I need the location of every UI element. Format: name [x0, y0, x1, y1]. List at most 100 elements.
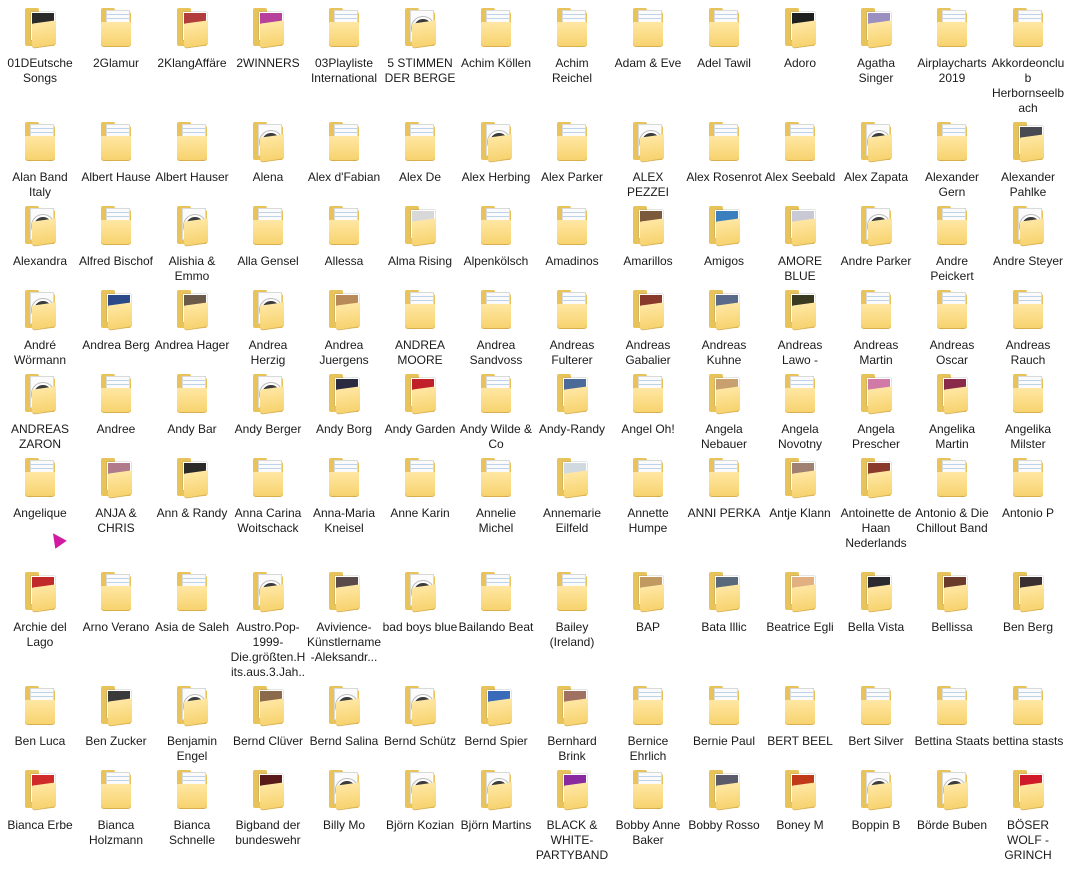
folder-item[interactable]: 01DEutsche Songs	[2, 6, 78, 86]
folder-item[interactable]: ANDREA MOORE	[382, 288, 458, 368]
folder-item[interactable]: Börde Buben	[914, 768, 990, 833]
folder-item[interactable]: Alex Parker	[534, 120, 610, 185]
folder-item[interactable]: Bernd Spier	[458, 684, 534, 749]
folder-item[interactable]: Alpenkölsch	[458, 204, 534, 269]
folder-item[interactable]: Achim Köllen	[458, 6, 534, 71]
folder-item[interactable]: 2Glamur	[78, 6, 154, 71]
folder-item[interactable]: BERT BEEL	[762, 684, 838, 749]
folder-item[interactable]: Alexander Gern	[914, 120, 990, 200]
folder-item[interactable]: Austro.Pop-1999-Die.größten.Hits.aus.3.J…	[230, 570, 306, 695]
folder-item[interactable]: Andy-Randy	[534, 372, 610, 437]
folder-item[interactable]: Bata Illic	[686, 570, 762, 635]
folder-item[interactable]: ANJA & CHRIS	[78, 456, 154, 536]
folder-item[interactable]: 5 STIMMEN DER BERGE	[382, 6, 458, 86]
folder-item[interactable]: Andrea Hager	[154, 288, 230, 353]
folder-item[interactable]: Andy Garden	[382, 372, 458, 437]
folder-item[interactable]: Andrea Juergens	[306, 288, 382, 368]
folder-item[interactable]: Andy Berger	[230, 372, 306, 437]
folder-item[interactable]: Beatrice Egli	[762, 570, 838, 635]
folder-item[interactable]: Ann & Randy	[154, 456, 230, 521]
folder-item[interactable]: Amarillos	[610, 204, 686, 269]
folder-item[interactable]: ALEX PEZZEI	[610, 120, 686, 200]
folder-item[interactable]: Albert Hause	[78, 120, 154, 185]
folder-item[interactable]: 03Playliste International	[306, 6, 382, 86]
folder-item[interactable]: Antonio & Die Chillout Band	[914, 456, 990, 536]
folder-item[interactable]: Angelika Milster	[990, 372, 1066, 452]
folder-item[interactable]: Angelique	[2, 456, 78, 521]
folder-item[interactable]: 2KlangAffäre	[154, 6, 230, 71]
folder-item[interactable]: Alfred Bischof	[78, 204, 154, 269]
folder-item[interactable]: Allessa	[306, 204, 382, 269]
folder-item[interactable]: Alex d'Fabian	[306, 120, 382, 185]
folder-item[interactable]: Andy Bar	[154, 372, 230, 437]
folder-item[interactable]: Archie del Lago	[2, 570, 78, 650]
folder-item[interactable]: Bailey (Ireland)	[534, 570, 610, 650]
folder-item[interactable]: Bert Silver	[838, 684, 914, 749]
folder-item[interactable]: Avivience-Künstlername-Aleksandr...	[306, 570, 382, 665]
folder-item[interactable]: 2WINNERS	[230, 6, 306, 71]
folder-item[interactable]: Andre Peickert	[914, 204, 990, 284]
folder-item[interactable]: Björn Martins	[458, 768, 534, 833]
folder-item[interactable]: Alex Rosenrot	[686, 120, 762, 185]
folder-item[interactable]: Andrea Sandvoss	[458, 288, 534, 368]
folder-item[interactable]: Annemarie Eilfeld	[534, 456, 610, 536]
folder-item[interactable]: Bellissa	[914, 570, 990, 635]
folder-item[interactable]: Andree	[78, 372, 154, 437]
folder-item[interactable]: Adoro	[762, 6, 838, 71]
folder-item[interactable]: Alexander Pahlke	[990, 120, 1066, 200]
folder-item[interactable]: Akkordeonclub Herbornseelbach	[990, 6, 1066, 116]
folder-item[interactable]: Bernice Ehrlich	[610, 684, 686, 764]
folder-item[interactable]: Ben Berg	[990, 570, 1066, 635]
folder-item[interactable]: Andreas Gabalier	[610, 288, 686, 368]
folder-item[interactable]: Bernhard Brink	[534, 684, 610, 764]
folder-item[interactable]: Bobby Rosso	[686, 768, 762, 833]
folder-item[interactable]: Alishia & Emmo	[154, 204, 230, 284]
folder-item[interactable]: Andy Borg	[306, 372, 382, 437]
folder-item[interactable]: Annette Humpe	[610, 456, 686, 536]
folder-item[interactable]: Alena	[230, 120, 306, 185]
folder-item[interactable]: Alla Gensel	[230, 204, 306, 269]
folder-item[interactable]: Antonio P	[990, 456, 1066, 521]
folder-item[interactable]: Amigos	[686, 204, 762, 269]
folder-item[interactable]: Ben Luca	[2, 684, 78, 749]
folder-item[interactable]: Bigband der bundeswehr	[230, 768, 306, 848]
folder-item[interactable]: Andreas Oscar	[914, 288, 990, 368]
folder-item[interactable]: BLACK & WHITE-PARTYBAND	[534, 768, 610, 863]
folder-item[interactable]: Bianca Holzmann	[78, 768, 154, 848]
folder-item[interactable]: Agatha Singer	[838, 6, 914, 86]
folder-item[interactable]: Bobby Anne Baker	[610, 768, 686, 848]
folder-item[interactable]: Antje Klann	[762, 456, 838, 521]
folder-item[interactable]: Andreas Lawo -	[762, 288, 838, 368]
folder-item[interactable]: Andrea Berg	[78, 288, 154, 353]
folder-item[interactable]: Amadinos	[534, 204, 610, 269]
folder-item[interactable]: Alex Herbing	[458, 120, 534, 185]
folder-item[interactable]: Andreas Martin	[838, 288, 914, 368]
folder-item[interactable]: André Wörmann	[2, 288, 78, 368]
folder-item[interactable]: Björn Kozian	[382, 768, 458, 833]
folder-item[interactable]: Antoinette de Haan Nederlands	[838, 456, 914, 551]
folder-item[interactable]: Adam & Eve	[610, 6, 686, 71]
folder-item[interactable]: Alex Seebald	[762, 120, 838, 185]
folder-item[interactable]: Bernd Schütz	[382, 684, 458, 749]
folder-item[interactable]: Andreas Rauch	[990, 288, 1066, 368]
folder-item[interactable]: Achim Reichel	[534, 6, 610, 86]
folder-item[interactable]: Annelie Michel	[458, 456, 534, 536]
folder-item[interactable]: Bernd Salina	[306, 684, 382, 749]
folder-item[interactable]: Angela Prescher	[838, 372, 914, 452]
folder-item[interactable]: Andre Steyer	[990, 204, 1066, 269]
folder-item[interactable]: Andy Wilde & Co	[458, 372, 534, 452]
folder-item[interactable]: Bernd Clüver	[230, 684, 306, 749]
folder-item[interactable]: Bianca Erbe	[2, 768, 78, 833]
folder-item[interactable]: Andreas Kuhne	[686, 288, 762, 368]
folder-item[interactable]: Angela Nebauer	[686, 372, 762, 452]
folder-item[interactable]: AMORE BLUE	[762, 204, 838, 284]
folder-item[interactable]: Alex Zapata	[838, 120, 914, 185]
folder-item[interactable]: Boney M	[762, 768, 838, 833]
folder-item[interactable]: Alex De	[382, 120, 458, 185]
folder-item[interactable]: ANNI PERKA	[686, 456, 762, 521]
folder-item[interactable]: Albert Hauser	[154, 120, 230, 185]
folder-item[interactable]: Angel Oh!	[610, 372, 686, 437]
folder-item[interactable]: Andreas Fulterer	[534, 288, 610, 368]
folder-item[interactable]: Andrea Herzig	[230, 288, 306, 368]
folder-item[interactable]: ANDREAS ZARON	[2, 372, 78, 452]
